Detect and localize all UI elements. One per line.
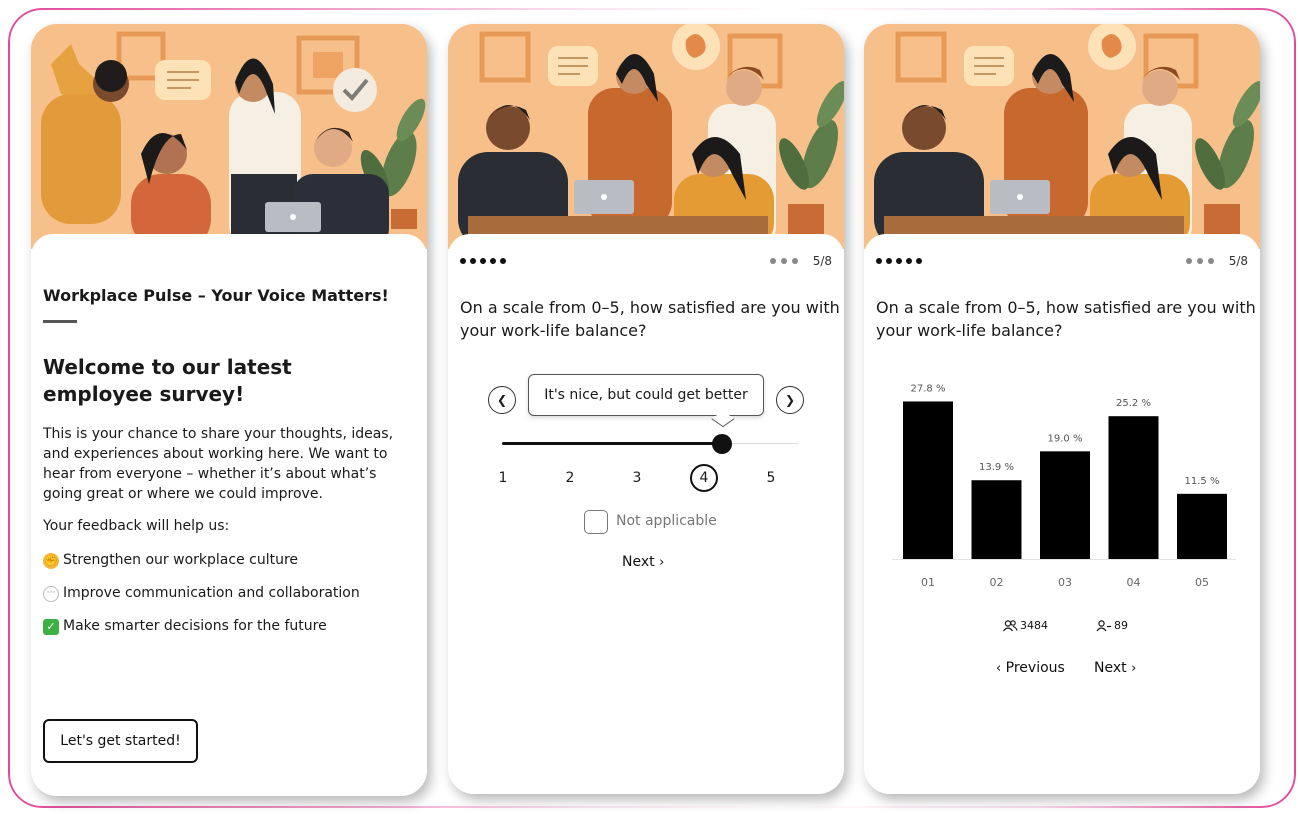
benefit-text: Strengthen our workplace culture <box>63 552 299 568</box>
chevron-right-icon: ❯ <box>784 393 796 407</box>
question-card: 5/8 On a scale from 0–5, how satisfied a… <box>448 24 844 794</box>
question-body: 5/8 On a scale from 0–5, how satisfied a… <box>448 234 844 794</box>
previous-button[interactable]: ‹ Previous <box>996 660 1065 676</box>
results-card: 5/8 On a scale from 0–5, how satisfied a… <box>864 24 1260 794</box>
respondents-value: 89 <box>1114 619 1128 632</box>
chevron-right-icon: › <box>659 555 665 570</box>
participants-value: 3484 <box>1020 619 1048 632</box>
flexed-biceps-icon: ✊ <box>43 553 59 569</box>
hero-illustration <box>31 24 427 249</box>
slider-thumb[interactable] <box>712 434 732 454</box>
progress-indicator: 5/8 <box>460 254 832 270</box>
x-tick-label: 05 <box>1195 576 1209 589</box>
previous-label: Previous <box>1005 660 1065 676</box>
bar-03 <box>1040 451 1090 559</box>
results-body: 5/8 On a scale from 0–5, how satisfied a… <box>864 234 1260 794</box>
progress-dots <box>460 258 506 264</box>
bar-02 <box>971 480 1022 559</box>
x-tick-label: 02 <box>990 576 1004 589</box>
next-label: Next <box>1094 660 1127 676</box>
speech-balloon-icon: ··· <box>43 586 59 602</box>
scale-next-button[interactable]: ❯ <box>776 386 804 414</box>
list-item: ✊ Strengthen our workplace culture <box>43 552 360 585</box>
chevron-left-icon: ❮ <box>496 393 508 407</box>
scale-option-5[interactable]: 5 <box>756 470 786 486</box>
next-label: Next <box>622 554 655 570</box>
bar-05 <box>1177 493 1227 559</box>
survey-title: Workplace Pulse – Your Voice Matters! <box>43 286 389 305</box>
scale-option-1[interactable]: 1 <box>488 470 518 486</box>
hero-illustration <box>448 24 844 249</box>
participants-count: 3484 <box>1002 619 1048 632</box>
intro-paragraph: This is your chance to share your though… <box>43 426 394 502</box>
scale-option-3[interactable]: 3 <box>622 470 652 486</box>
bar-value-label: 27.8 % <box>911 383 946 394</box>
scale-option-4[interactable]: 4 <box>690 464 718 492</box>
question-text: On a scale from 0–5, how satisfied are y… <box>460 298 840 340</box>
hero-illustration <box>864 24 1260 249</box>
slider-fill <box>502 442 722 445</box>
respondents-count: 89 <box>1096 619 1128 632</box>
next-button[interactable]: Next › <box>622 554 664 570</box>
list-item: ··· Improve communication and collaborat… <box>43 585 360 618</box>
title-divider <box>43 320 77 323</box>
intro-card: Workplace Pulse – Your Voice Matters! We… <box>31 24 427 796</box>
help-label: Your feedback will help us: <box>43 518 230 534</box>
people-group-icon <box>1003 619 1018 631</box>
bar-04 <box>1108 416 1159 559</box>
next-button[interactable]: Next › <box>1094 660 1136 676</box>
rating-tooltip: It's nice, but could get better <box>528 374 764 416</box>
page-count: 5/8 <box>812 254 832 268</box>
scale-option-2[interactable]: 2 <box>555 470 585 486</box>
benefits-list: ✊ Strengthen our workplace culture ··· I… <box>43 552 360 651</box>
x-tick-label: 04 <box>1127 576 1141 589</box>
not-applicable-label: Not applicable <box>616 513 717 529</box>
x-tick-label: 01 <box>921 576 935 589</box>
welcome-heading: Welcome to our latest employee survey! <box>43 355 292 406</box>
results-bar-chart: 27.8 % 01 13.9 % 02 19.0 % 03 25.2 % 04 11.5 % 05 <box>892 383 1236 589</box>
more-dots-icon <box>770 258 798 264</box>
chevron-left-icon: ‹ <box>996 661 1002 676</box>
get-started-button[interactable]: Let's get started! <box>43 719 198 763</box>
intro-body: Workplace Pulse – Your Voice Matters! We… <box>31 234 427 796</box>
check-mark-icon: ✓ <box>43 619 59 635</box>
bar-value-label: 11.5 % <box>1185 476 1220 487</box>
list-item: ✓ Make smarter decisions for the future <box>43 618 360 651</box>
bar-value-label: 25.2 % <box>1116 398 1151 409</box>
chevron-right-icon: › <box>1131 661 1137 676</box>
not-applicable-checkbox[interactable] <box>584 510 608 534</box>
bar-value-label: 19.0 % <box>1048 433 1083 444</box>
bar-value-label: 13.9 % <box>979 462 1014 473</box>
bar-01 <box>903 401 953 559</box>
benefit-text: Make smarter decisions for the future <box>63 618 327 634</box>
x-tick-label: 03 <box>1058 576 1072 589</box>
benefit-text: Improve communication and collaboration <box>63 585 360 601</box>
person-check-icon <box>1096 619 1111 631</box>
scale-prev-button[interactable]: ❮ <box>488 386 516 414</box>
